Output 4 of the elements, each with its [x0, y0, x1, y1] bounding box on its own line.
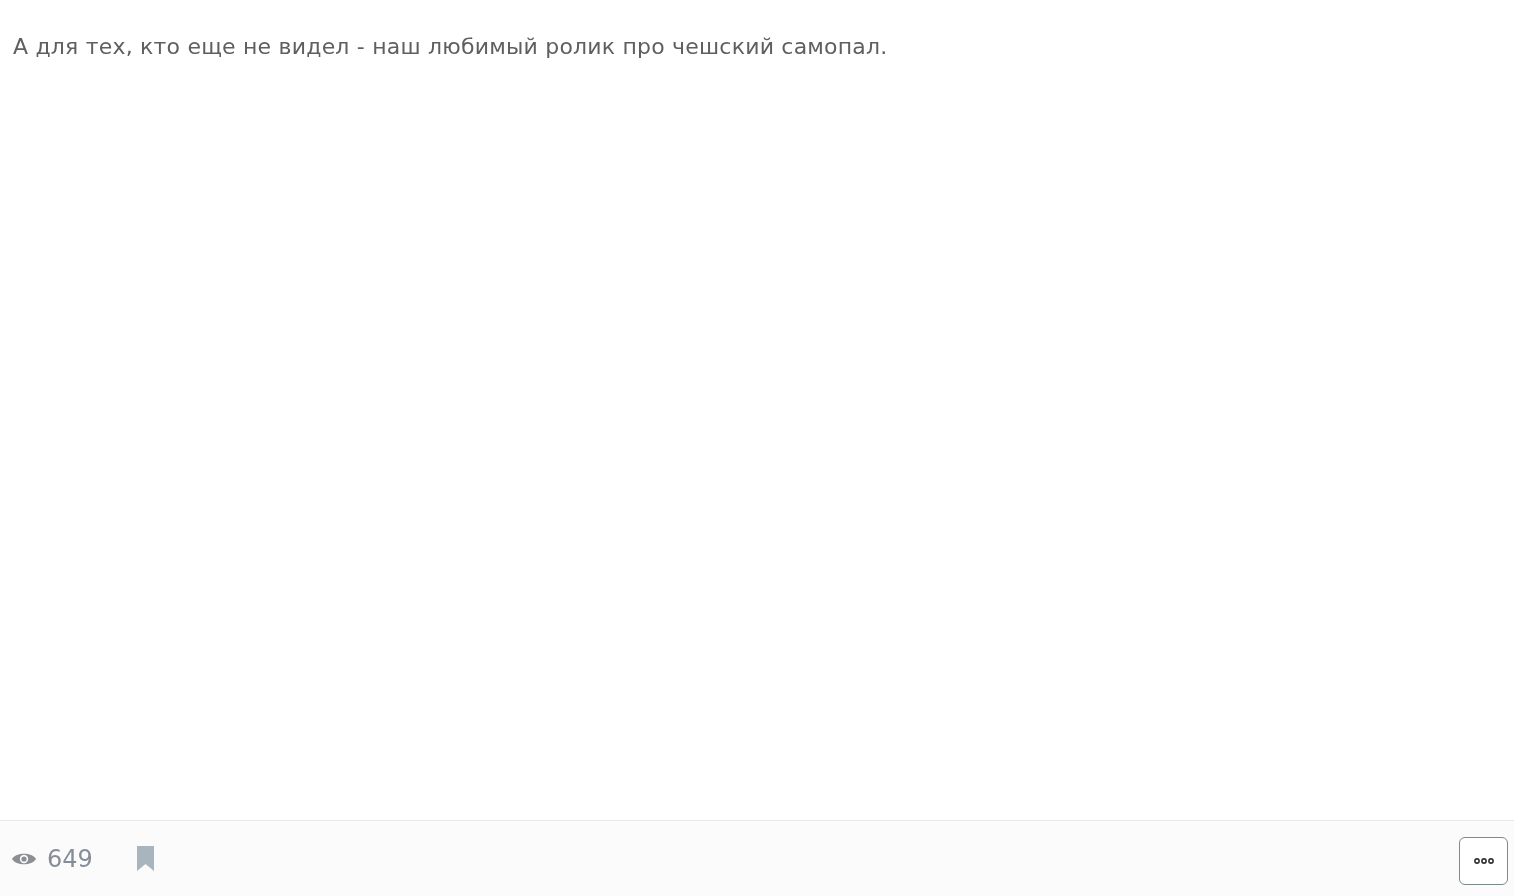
post-text: А для тех, кто еще не видел - наш любимый ролик про чешский самопал. — [13, 34, 889, 59]
ellipsis-icon — [1473, 857, 1494, 864]
view-count: 649 — [47, 844, 93, 873]
more-button[interactable] — [1459, 836, 1508, 885]
